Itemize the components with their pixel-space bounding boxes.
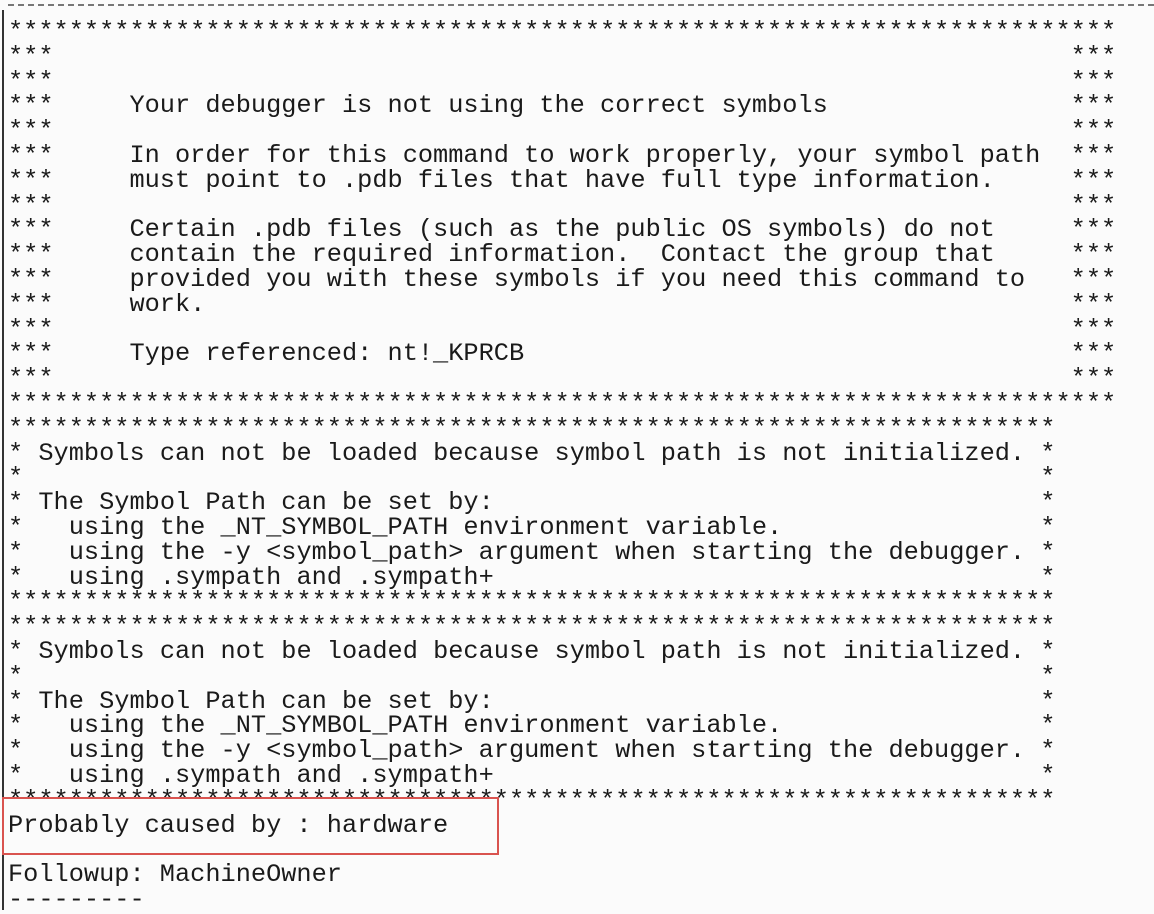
line-text: work. [53,289,206,319]
symbol-warning-line: *** Your debugger is not using the corre… [8,91,1116,121]
border-right: *** [1070,41,1117,71]
line-text: Symbols can not be loaded because symbol… [23,438,1026,468]
border-right: *** [1070,165,1117,195]
border-right: * [1040,512,1056,542]
separator: --------- [8,884,145,914]
console-left-border [2,10,4,910]
border-right: * [1040,636,1056,666]
symbol-warning-line: *** *** [8,41,1117,71]
line-text: Your debugger is not using the correct s… [53,91,828,121]
symbol-warning-line: *** work. *** [8,289,1117,319]
top-separator [8,4,1154,6]
debugger-output: ****************************************… [8,17,1117,914]
border-right: * [1040,537,1056,567]
border-right: * [1040,661,1056,691]
symbol-warning-line: ****************************************… [8,17,1117,46]
line-text: Symbols can not be loaded because symbol… [23,636,1026,666]
symbol-warning-line: *** must point to .pdb files that have f… [8,165,1117,195]
symbol-path-line: * Symbols can not be loaded because symb… [8,438,1116,468]
border-right: *** [1070,289,1117,319]
line-text: Type referenced: nt!_KPRCB [53,339,525,369]
highlight-box [2,797,499,855]
line-text: must point to .pdb files that have full … [53,165,995,195]
border-left: ****************************************… [8,17,1117,46]
symbol-warning-line: *** Type referenced: nt!_KPRCB *** [8,339,1116,369]
symbol-path-line: * Symbols can not be loaded because symb… [8,636,1116,666]
followup: Followup: MachineOwner [8,860,342,890]
